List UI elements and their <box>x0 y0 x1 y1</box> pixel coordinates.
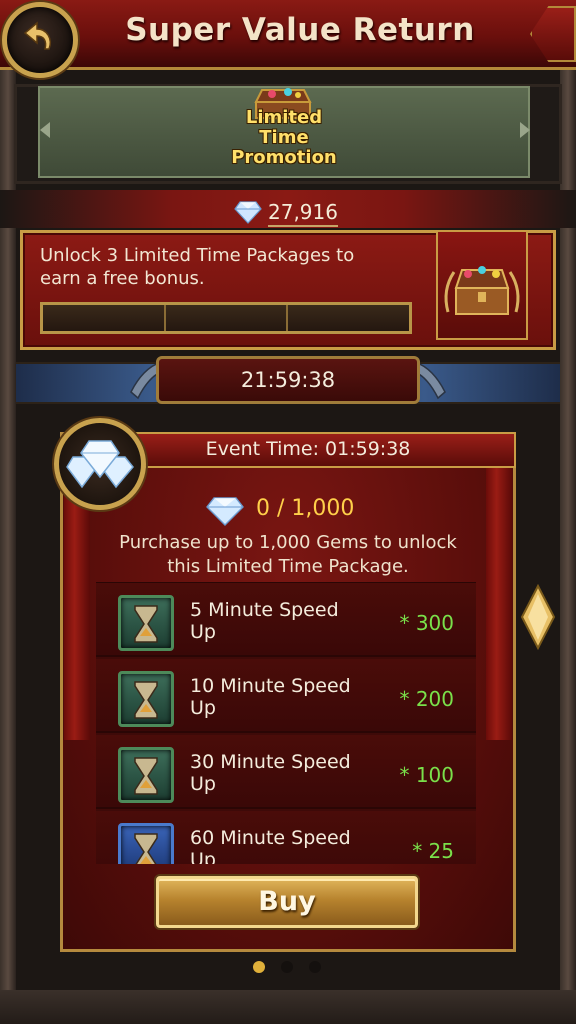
package-description-line: Purchase up to 1,000 Gems to unlock <box>119 532 457 553</box>
promotion-label-line: Time <box>259 127 309 148</box>
unlock-progress-bar <box>40 302 412 334</box>
item-quantity: * 100 <box>399 763 454 787</box>
progress-segment <box>43 305 166 331</box>
item-name-line: Up <box>190 773 216 795</box>
item-name-line: 10 Minute Speed <box>190 675 351 697</box>
package-description-line: this Limited Time Package. <box>167 556 409 577</box>
hourglass-icon <box>118 595 174 651</box>
list-item: 10 Minute Speed Up * 200 <box>96 659 476 733</box>
progress-segment <box>165 305 289 331</box>
item-name: 60 Minute Speed Up <box>190 827 390 864</box>
package-item-list[interactable]: 5 Minute Speed Up * 300 10 Minute Speed … <box>96 582 476 864</box>
treasure-chest-icon <box>438 252 526 332</box>
list-item: 30 Minute Speed Up * 100 <box>96 735 476 809</box>
curtain-decoration <box>486 450 512 740</box>
next-package-arrow-icon[interactable] <box>520 583 556 654</box>
item-name: 5 Minute Speed Up <box>190 599 390 643</box>
item-quantity: * 300 <box>399 611 454 635</box>
package-description: Purchase up to 1,000 Gems to unlock this… <box>76 531 500 579</box>
page-title: Super Value Return <box>125 12 475 48</box>
progress-segment <box>288 305 410 331</box>
gem-purchase-progress: 0 / 1,000 <box>256 496 355 521</box>
event-time-label: Event Time: 01:59:38 <box>205 438 411 460</box>
carousel-next-arrow-icon[interactable] <box>520 122 530 138</box>
hourglass-icon <box>118 823 174 864</box>
item-name: 30 Minute Speed Up <box>190 751 390 795</box>
page-indicator-dot[interactable] <box>281 961 293 973</box>
item-name-line: 5 Minute Speed <box>190 599 339 621</box>
item-name-line: Up <box>190 697 216 719</box>
list-item: 60 Minute Speed Up * 25 <box>96 811 476 864</box>
countdown-timer: 21:59:38 <box>240 368 336 392</box>
list-item: 5 Minute Speed Up * 300 <box>96 583 476 657</box>
item-quantity: * 25 <box>412 839 454 863</box>
page-indicator-dot-active[interactable] <box>253 961 265 973</box>
page-indicator-dot[interactable] <box>309 961 321 973</box>
item-name-line: 30 Minute Speed <box>190 751 351 773</box>
gem-balance-value: 27,916 <box>268 200 338 227</box>
hourglass-icon <box>118 747 174 803</box>
promotion-label-line: Limited <box>245 107 323 128</box>
item-name-line: Up <box>190 621 216 643</box>
back-arrow-icon <box>23 21 51 50</box>
hourglass-icon <box>118 671 174 727</box>
buy-button-label[interactable]: Buy <box>156 886 418 917</box>
promotion-label-line: Promotion <box>231 147 337 168</box>
gem-pile-icon <box>66 440 134 489</box>
back-button[interactable] <box>2 2 78 78</box>
unlock-description-line: earn a free bonus. <box>40 268 205 289</box>
diamond-icon <box>234 200 262 228</box>
item-name: 10 Minute Speed Up <box>190 675 390 719</box>
unlock-description: Unlock 3 Limited Time Packages to earn a… <box>40 244 420 290</box>
item-quantity: * 200 <box>399 687 454 711</box>
carousel-prev-arrow-icon[interactable] <box>40 122 50 138</box>
bottom-frame <box>0 990 576 1024</box>
promotion-label: Limited Time Promotion <box>200 108 368 168</box>
item-name-line: Up <box>190 849 216 864</box>
item-name-line: 60 Minute Speed <box>190 827 351 849</box>
gem-pile-medallion <box>54 418 146 510</box>
unlock-description-line: Unlock 3 Limited Time Packages to <box>40 245 355 266</box>
diamond-icon <box>206 496 244 530</box>
